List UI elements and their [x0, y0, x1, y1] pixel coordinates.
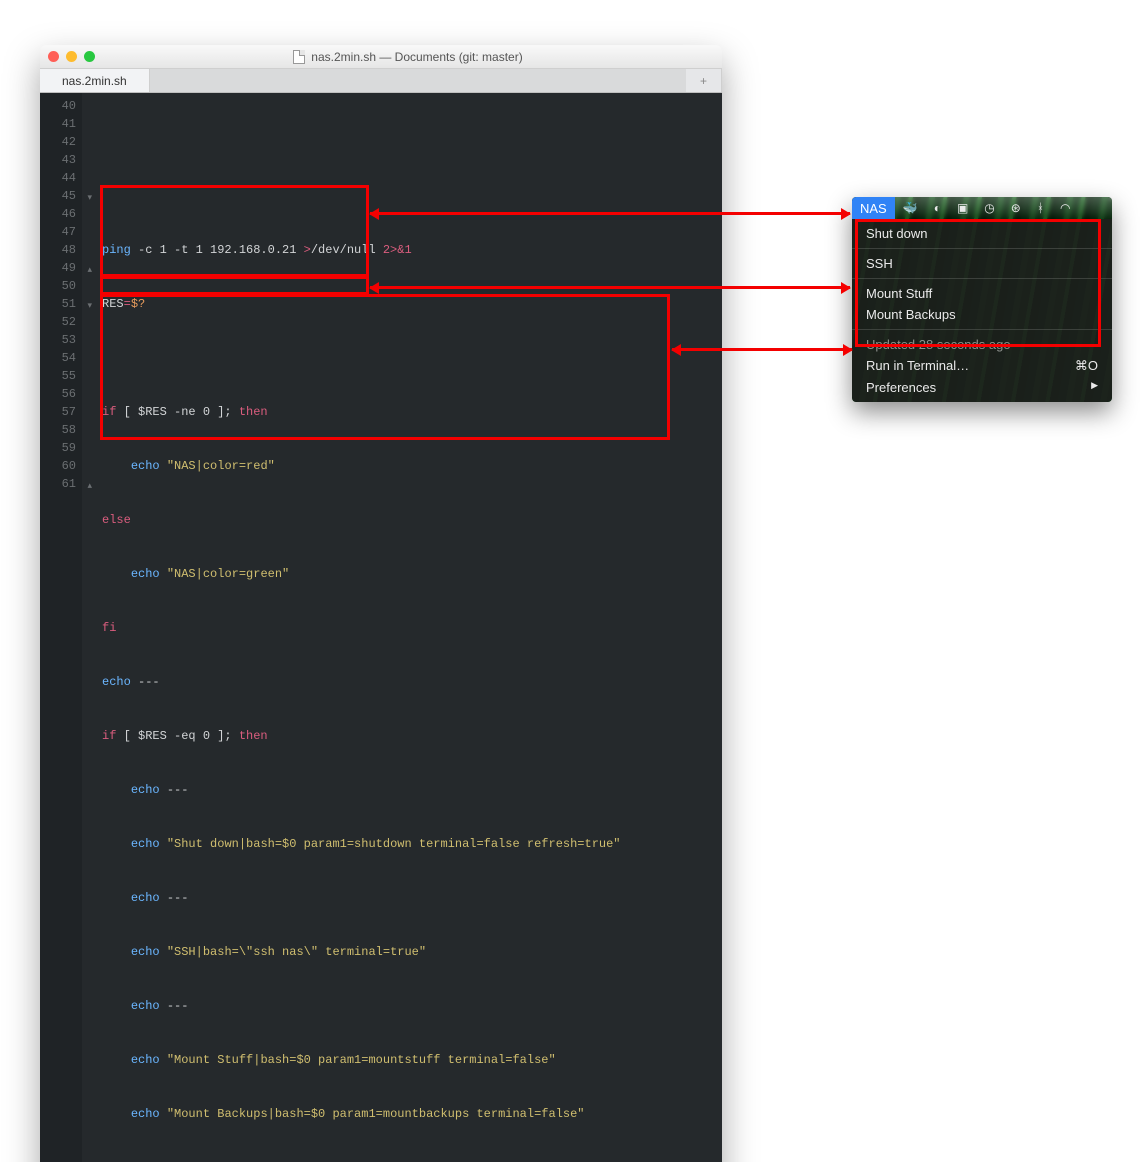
menu-item-shutdown[interactable]: Shut down	[852, 223, 1112, 244]
code-line: echo "Mount Backups|bash=$0 param1=mount…	[102, 1105, 722, 1123]
code-line	[102, 349, 722, 367]
menubar: NAS 🐳 ◐ ▣ ◷ ⊛ ᚼ ◠	[852, 197, 1112, 219]
code-content[interactable]: ping -c 1 -t 1 192.168.0.21 >/dev/null 2…	[82, 93, 722, 1162]
menu-item-run-terminal[interactable]: Run in Terminal…⌘O	[852, 355, 1112, 377]
code-line	[102, 187, 722, 205]
code-line: echo "NAS|color=green"	[102, 565, 722, 583]
docker-icon[interactable]: 🐳	[895, 197, 926, 219]
code-line: echo "Mount Stuff|bash=$0 param1=mountst…	[102, 1051, 722, 1069]
code-line: echo "NAS|color=red"	[102, 457, 722, 475]
code-line: echo "Shut down|bash=$0 param1=shutdown …	[102, 835, 722, 853]
display-icon[interactable]: ▣	[949, 197, 976, 219]
document-icon	[293, 50, 305, 64]
menu-item-ssh[interactable]: SSH	[852, 253, 1112, 274]
close-button[interactable]	[48, 51, 59, 62]
zoom-button[interactable]	[84, 51, 95, 62]
code-line: else	[102, 1159, 722, 1162]
code-line: RES=$?	[102, 295, 722, 313]
bluetooth-icon[interactable]: ᚼ	[1029, 197, 1052, 219]
titlebar: nas.2min.sh — Documents (git: master)	[40, 45, 722, 69]
menubar-label: NAS	[860, 201, 887, 216]
code-line: fi	[102, 619, 722, 637]
code-area[interactable]: 404142434445▾46474849▴5051▾5253545556575…	[40, 93, 722, 1162]
airdrop-icon[interactable]: ⊛	[1003, 197, 1029, 219]
new-tab-button[interactable]: +	[686, 69, 722, 92]
line-numbers: 404142434445▾46474849▴5051▾5253545556575…	[40, 93, 82, 1162]
code-line: else	[102, 511, 722, 529]
disk-icon[interactable]: ◐	[926, 197, 949, 219]
tab-nas-2min[interactable]: nas.2min.sh	[40, 69, 150, 92]
dropdown-menu: Shut down SSH Mount Stuff Mount Backups …	[852, 219, 1112, 402]
menubar-panel: NAS 🐳 ◐ ▣ ◷ ⊛ ᚼ ◠ Shut down SSH Mount St…	[852, 197, 1112, 402]
menu-item-mount-backups[interactable]: Mount Backups	[852, 304, 1112, 325]
code-line: if [ $RES -eq 0 ]; then	[102, 727, 722, 745]
code-line: echo "SSH|bash=\"ssh nas\" terminal=true…	[102, 943, 722, 961]
code-line: echo ---	[102, 781, 722, 799]
tab-label: nas.2min.sh	[62, 74, 127, 88]
menu-item-preferences[interactable]: Preferences	[852, 377, 1112, 398]
code-line: if [ $RES -ne 0 ]; then	[102, 403, 722, 421]
code-line: echo ---	[102, 997, 722, 1015]
clock-icon[interactable]: ◷	[976, 197, 1002, 219]
wifi-icon[interactable]: ◠	[1052, 197, 1078, 219]
code-line: echo ---	[102, 889, 722, 907]
menubar-item-nas[interactable]: NAS	[852, 197, 895, 219]
editor-window: nas.2min.sh — Documents (git: master) na…	[40, 45, 722, 1162]
traffic-lights	[48, 51, 95, 62]
code-line	[102, 133, 722, 151]
menu-item-updated: Updated 28 seconds ago	[852, 334, 1112, 355]
code-line: ping -c 1 -t 1 192.168.0.21 >/dev/null 2…	[102, 241, 722, 259]
menu-item-mount-stuff[interactable]: Mount Stuff	[852, 283, 1112, 304]
code-line: echo ---	[102, 673, 722, 691]
tab-bar: nas.2min.sh +	[40, 69, 722, 93]
minimize-button[interactable]	[66, 51, 77, 62]
window-title: nas.2min.sh — Documents (git: master)	[311, 50, 522, 64]
